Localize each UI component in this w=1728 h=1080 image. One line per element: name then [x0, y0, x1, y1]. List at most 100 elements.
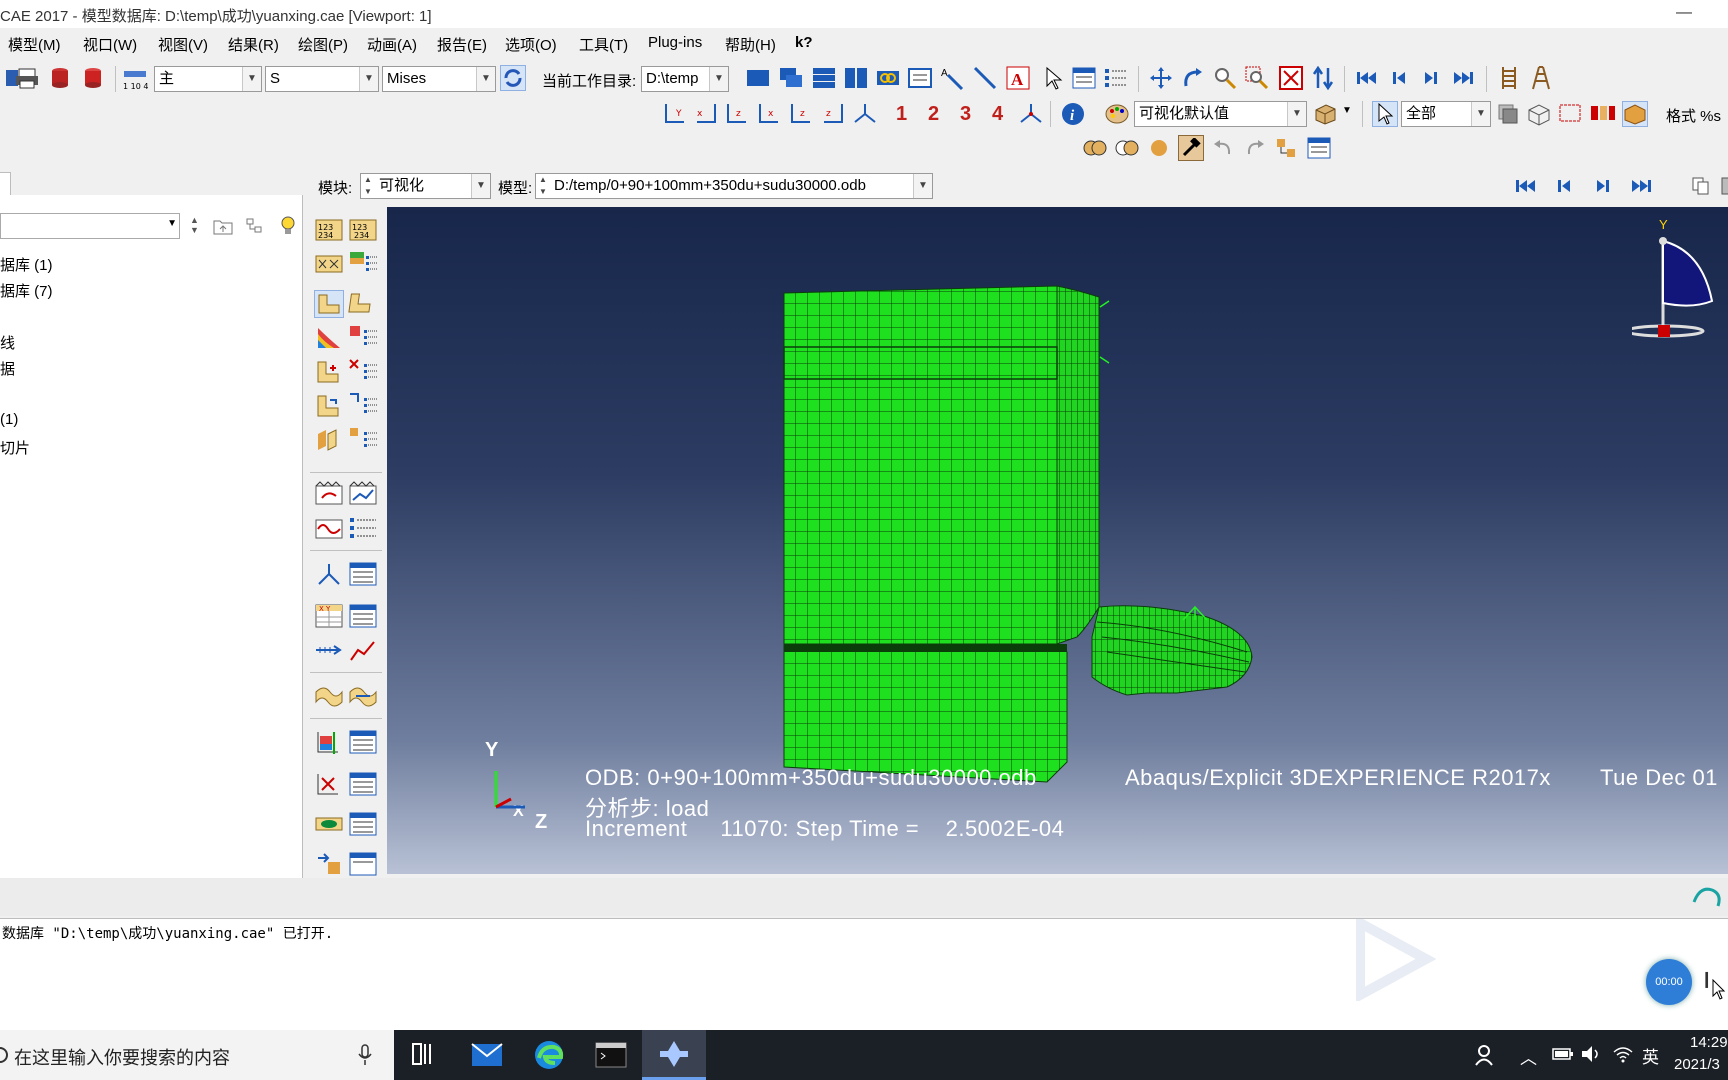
select-cursor-icon[interactable]	[1372, 101, 1398, 127]
pan-icon[interactable]	[1148, 65, 1174, 91]
context-help-button[interactable]: k?	[795, 34, 813, 51]
view-front-icon[interactable]: Y	[662, 101, 688, 127]
next-frame-icon[interactable]	[1590, 173, 1616, 199]
recorder-timer-button[interactable]: 00:00	[1646, 959, 1692, 1005]
undo-icon[interactable]	[1210, 135, 1236, 161]
database-up-icon[interactable]	[80, 65, 106, 91]
free-body-manager-icon[interactable]	[348, 770, 378, 798]
edge-browser-icon[interactable]	[532, 1038, 566, 1075]
attribute-list-icon[interactable]	[1103, 65, 1129, 91]
custom-view-1[interactable]: 1	[896, 103, 907, 126]
menu-plot[interactable]: 绘图(P)	[298, 34, 348, 55]
view-bottom-icon[interactable]: x	[756, 101, 782, 127]
create-xy-plot-icon[interactable]	[314, 636, 344, 664]
box-zoom-icon[interactable]	[1244, 65, 1270, 91]
tree-structure-icon[interactable]	[1274, 135, 1300, 161]
animate-time-history-icon[interactable]	[348, 480, 378, 508]
view-right-icon[interactable]: z	[820, 101, 846, 127]
view-cut-manager-icon[interactable]	[348, 728, 378, 756]
plot-contours-undeformed-icon[interactable]	[314, 290, 344, 318]
step-combo[interactable]: 主 ▼	[154, 66, 262, 92]
plot-deformed-icon[interactable]: 123 234	[348, 216, 378, 244]
text-annotation-icon[interactable]: A	[1005, 65, 1031, 91]
ime-indicator[interactable]: 英	[1642, 1043, 1659, 1068]
ladder-icon[interactable]	[1496, 65, 1522, 91]
create-xy-data-icon[interactable]: X Y	[314, 602, 344, 630]
rotate-icon[interactable]	[1180, 65, 1206, 91]
fit-view-icon[interactable]	[1278, 65, 1304, 91]
table-list-icon[interactable]	[1306, 135, 1332, 161]
plot-options-icon[interactable]	[348, 250, 378, 278]
clock-date[interactable]: 2021/3	[1674, 1056, 1720, 1073]
step-frame-icon[interactable]: 1 10 40	[122, 65, 148, 91]
boolean-union-icon[interactable]	[1082, 135, 1108, 161]
zoom-icon[interactable]	[1212, 65, 1238, 91]
plot-material-orientations-icon[interactable]	[314, 392, 344, 420]
selection-options-icon[interactable]	[1494, 101, 1520, 127]
first-frame-icon[interactable]	[1513, 173, 1539, 199]
animation-options-icon[interactable]	[348, 514, 378, 542]
viewport-single-icon[interactable]	[745, 65, 771, 91]
view-back-icon[interactable]: x	[693, 101, 719, 127]
part-instance-icon[interactable]	[1622, 101, 1648, 127]
first-frame-icon[interactable]	[1354, 65, 1380, 91]
plot-undeformed-icon[interactable]: 123 234	[314, 216, 344, 244]
folder-up-icon[interactable]	[210, 213, 236, 239]
terminal-app-icon[interactable]	[594, 1038, 628, 1075]
view-top-icon[interactable]: z	[724, 101, 750, 127]
updown-icon[interactable]: ▲ ▼	[190, 215, 199, 235]
view-triad-icon[interactable]	[1018, 101, 1044, 127]
last-frame-icon[interactable]	[1628, 173, 1654, 199]
viewport-annotation-icon[interactable]	[907, 65, 933, 91]
view-left-icon[interactable]: z	[788, 101, 814, 127]
symbol-options-icon[interactable]	[348, 358, 378, 386]
info-icon[interactable]: i	[1060, 101, 1086, 127]
viewport-canvas[interactable]: Y X Z Y X ODB: 0+90+100mm+350du+sudu3000…	[387, 207, 1728, 874]
layers-icon[interactable]	[1714, 173, 1728, 199]
field-output-combo[interactable]: S ▼	[265, 66, 379, 92]
menu-viewport[interactable]: 视口(W)	[83, 34, 137, 55]
link-viewports-icon[interactable]	[875, 65, 901, 91]
annotate-arrow-a-icon[interactable]: A	[940, 65, 966, 91]
menu-result[interactable]: 结果(R)	[228, 34, 279, 55]
menu-report[interactable]: 报告(E)	[437, 34, 487, 55]
tree-item-model-databases[interactable]: 据库 (7)	[0, 280, 53, 301]
menu-options[interactable]: 选项(O)	[505, 34, 557, 55]
transform-icon[interactable]	[314, 850, 344, 878]
tree-item-odb-databases[interactable]: 据库 (1)	[0, 254, 53, 275]
print-icon[interactable]	[14, 65, 40, 91]
display-group-icon[interactable]	[1590, 101, 1616, 127]
plot-contours-deformed-icon[interactable]	[348, 290, 378, 318]
menu-help[interactable]: 帮助(H)	[725, 34, 776, 55]
model-combo[interactable]: ▲ ▼ D:/temp/0+90+100mm+350du+sudu30000.od…	[535, 173, 933, 199]
visual-defaults-combo[interactable]: 可视化默认值 ▼	[1134, 101, 1307, 127]
tree-item-views[interactable]: (1)	[0, 411, 18, 428]
refresh-icon[interactable]	[500, 65, 526, 91]
contour-options-icon[interactable]	[348, 324, 378, 352]
custom-view-2[interactable]: 2	[928, 103, 939, 126]
battery-icon[interactable]	[1552, 1046, 1574, 1065]
people-icon[interactable]	[1474, 1044, 1496, 1069]
database-down-icon[interactable]	[47, 65, 73, 91]
abaqus-taskbar-button[interactable]	[642, 1030, 706, 1080]
clock-time[interactable]: 14:29	[1690, 1034, 1728, 1051]
arrow-icon[interactable]	[972, 65, 998, 91]
select-cursor-icon[interactable]	[1040, 65, 1066, 91]
superimpose-options-icon[interactable]	[348, 426, 378, 454]
spinner-icon[interactable]: ▲ ▼	[364, 174, 372, 198]
viewport-tile-v-icon[interactable]	[843, 65, 869, 91]
previous-frame-icon[interactable]	[1386, 65, 1412, 91]
trestle-icon[interactable]	[1528, 65, 1554, 91]
copy-viewport-icon[interactable]	[1688, 173, 1714, 199]
box-select-icon[interactable]	[1558, 101, 1584, 127]
workdir-combo[interactable]: D:\temp ▼	[641, 66, 729, 92]
previous-frame-icon[interactable]	[1551, 173, 1577, 199]
lightbulb-icon[interactable]	[275, 213, 301, 239]
microphone-icon[interactable]	[358, 1044, 372, 1066]
wifi-icon[interactable]	[1612, 1044, 1634, 1067]
chevron-up-icon[interactable]: ︿	[1520, 1044, 1537, 1069]
custom-view-4[interactable]: 4	[992, 103, 1003, 126]
menu-animate[interactable]: 动画(A)	[367, 34, 417, 55]
custom-view-3[interactable]: 3	[960, 103, 971, 126]
filter-tree-icon[interactable]	[242, 213, 268, 239]
